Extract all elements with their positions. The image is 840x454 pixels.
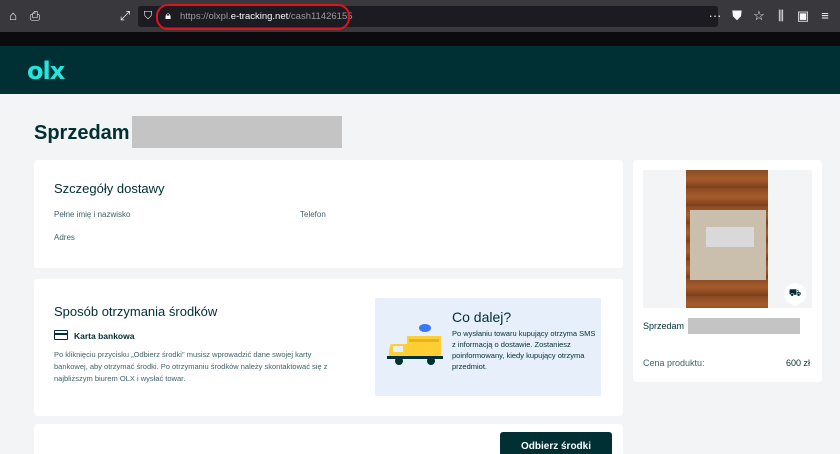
redacted-product-name <box>688 318 800 334</box>
fullscreen-icon[interactable]: ▣ <box>792 0 814 32</box>
collect-funds-button[interactable]: Odbierz środki <box>500 432 612 454</box>
payout-method: Karta bankowa <box>74 331 135 341</box>
more-icon[interactable]: ··· <box>704 0 726 32</box>
price-label: Cena produktu: <box>643 358 705 368</box>
video-letterbox <box>0 32 840 46</box>
library-icon[interactable]: ⫼ <box>770 0 792 32</box>
redacted-title <box>132 116 342 148</box>
product-title: Sprzedam <box>643 321 685 331</box>
next-steps-title: Co dalej? <box>452 309 512 325</box>
credit-card-icon <box>54 330 68 340</box>
olx-logo[interactable]: olx <box>27 57 65 85</box>
site-header: olx <box>0 46 840 94</box>
page-title: Sprzedam <box>34 122 130 144</box>
pocket-icon[interactable]: ⛊ <box>726 0 748 32</box>
delivery-truck-icon <box>387 324 443 365</box>
toolbar-right-icons: ··· ⛊ ☆ ⫼ ▣ ≡ <box>704 0 836 32</box>
shield-icon[interactable]: ⛉ <box>138 6 158 27</box>
truck-icon: ⛟ <box>784 283 806 305</box>
expand-icon[interactable]: ⤢ <box>114 0 136 32</box>
print-icon[interactable]: ⎙ <box>24 0 46 32</box>
payout-description: Po kliknięciu przycisku „Odbierz środki"… <box>54 350 328 383</box>
delivery-title: Szczegóły dostawy <box>54 181 165 196</box>
home-icon[interactable]: ⌂ <box>2 0 24 32</box>
next-steps-text: Po wysłaniu towaru kupujący otrzyma SMS … <box>452 329 596 371</box>
hamburger-icon[interactable]: ≡ <box>814 0 836 32</box>
address-label: Adres <box>54 233 75 242</box>
phone-label: Telefon <box>300 210 326 219</box>
name-label: Pełne imię i nazwisko <box>54 210 131 219</box>
payout-title: Sposób otrzymania środków <box>54 304 218 319</box>
star-icon[interactable]: ☆ <box>748 0 770 32</box>
price-value: 600 zł <box>786 358 811 368</box>
redacted-image-label <box>706 227 754 247</box>
url-highlight-annotation <box>156 4 350 30</box>
